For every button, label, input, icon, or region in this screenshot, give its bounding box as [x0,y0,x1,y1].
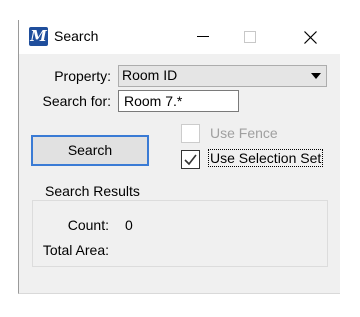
close-icon [304,31,317,44]
use-fence-label[interactable]: Use Fence [210,125,278,141]
maximize-button[interactable] [228,20,274,54]
title-bar[interactable]: M Search [19,20,340,54]
use-fence-checkbox[interactable] [181,124,200,143]
property-dropdown[interactable]: Room ID [118,65,327,87]
search-input[interactable]: Room 7.* [118,90,239,112]
window-title: Search [54,28,99,44]
microstation-icon[interactable]: M [29,27,48,46]
minimize-button[interactable] [181,20,227,54]
count-value: 0 [125,217,133,233]
count-label: Count: [67,217,109,233]
total-area-label: Total Area: [42,242,109,258]
chevron-down-icon [311,73,321,79]
close-button[interactable] [288,20,334,54]
property-selected-value: Room ID [122,67,178,83]
checkmark-icon [184,154,197,166]
search-dialog: M Search Property: Room ID Search for: R… [18,20,340,294]
search-results-title: Search Results [45,183,140,199]
use-selection-set-label[interactable]: Use Selection Set [208,149,324,167]
property-label: Property: [54,68,111,84]
maximize-icon [244,31,256,43]
use-selection-set-checkbox[interactable] [181,150,200,169]
minimize-icon [197,36,209,37]
search-for-label: Search for: [42,93,111,109]
search-button[interactable]: Search [31,135,149,166]
